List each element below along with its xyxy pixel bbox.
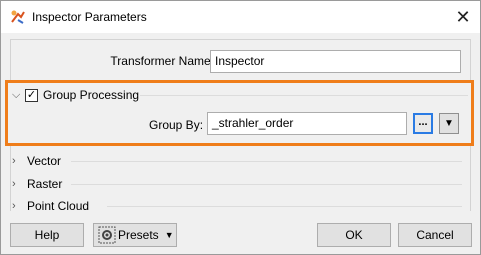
checkmark-icon: ✓ <box>26 89 37 101</box>
section-divider <box>140 95 468 96</box>
group-by-browse-button[interactable]: ... <box>413 113 433 134</box>
window-title: Inspector Parameters <box>32 10 147 24</box>
triangle-down-icon: ▼ <box>164 230 174 240</box>
cancel-button[interactable]: Cancel <box>398 223 472 247</box>
parameters-panel: Transformer Name: Inspector ⌵ ✓ Group Pr… <box>5 39 474 213</box>
section-point-cloud-label: Point Cloud <box>27 199 90 213</box>
group-processing-checkbox[interactable]: ✓ <box>25 89 38 102</box>
chevron-right-icon: › <box>12 178 16 190</box>
help-button[interactable]: Help <box>10 223 84 247</box>
transformer-name-label: Transformer Name: <box>110 54 214 68</box>
section-raster[interactable]: › Raster <box>11 175 472 193</box>
fme-transformer-icon <box>11 10 25 24</box>
section-divider <box>71 161 462 162</box>
group-by-dropdown-button[interactable]: ▼ <box>439 113 459 134</box>
chevron-right-icon: › <box>12 155 16 167</box>
close-button[interactable]: ✕ <box>446 1 480 33</box>
triangle-down-icon: ▼ <box>444 118 454 129</box>
ok-button[interactable]: OK <box>317 223 391 247</box>
group-by-label: Group By: <box>149 118 204 132</box>
group-by-input[interactable]: _strahler_order <box>207 112 407 135</box>
dialog-window: Inspector Parameters ✕ Transformer Name:… <box>0 0 481 255</box>
presets-button[interactable]: Presets ▼ <box>93 223 177 247</box>
section-vector-label: Vector <box>27 154 62 168</box>
title-bar: Inspector Parameters ✕ <box>1 1 480 33</box>
section-vector[interactable]: › Vector <box>11 152 472 170</box>
section-divider <box>107 206 462 207</box>
transformer-name-row: Transformer Name: Inspector <box>11 48 472 73</box>
presets-label: Presets <box>118 228 159 242</box>
transformer-name-input[interactable]: Inspector <box>210 50 461 73</box>
group-processing-section: ⌵ ✓ Group Processing Group By: _strahler… <box>5 80 474 146</box>
section-divider <box>71 184 462 185</box>
group-processing-label: Group Processing <box>43 88 140 102</box>
close-icon: ✕ <box>455 6 471 27</box>
gear-icon <box>98 226 116 244</box>
chevron-right-icon: › <box>12 200 16 212</box>
section-raster-label: Raster <box>27 177 63 191</box>
chevron-down-icon[interactable]: ⌵ <box>12 89 20 102</box>
section-point-cloud[interactable]: › Point Cloud <box>11 197 472 215</box>
